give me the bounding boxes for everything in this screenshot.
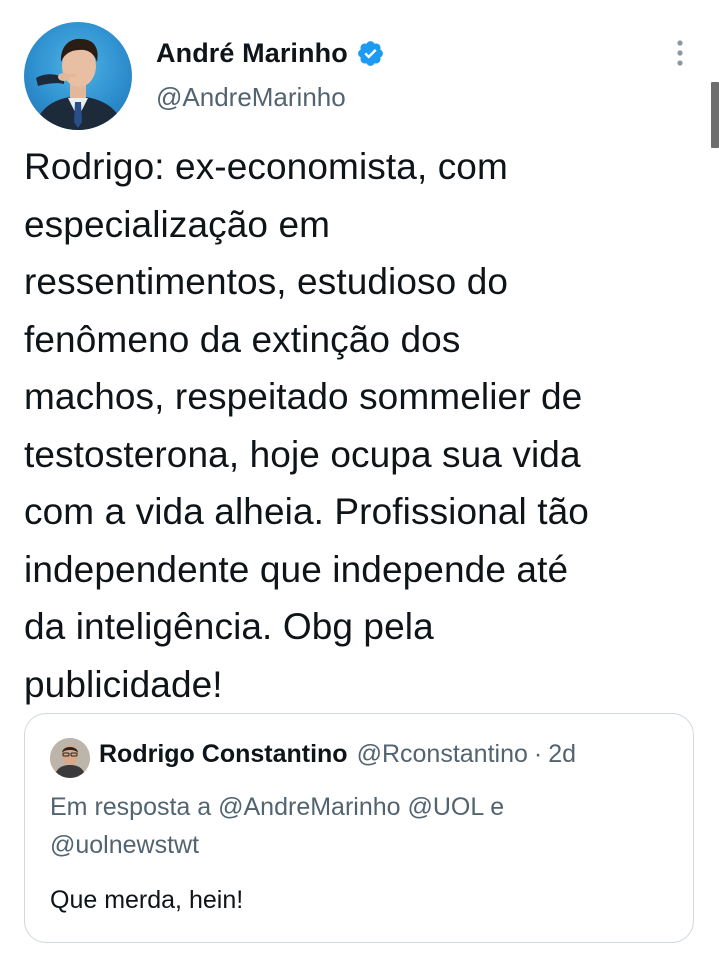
scrollbar[interactable] <box>711 82 719 148</box>
quoted-tweet-timestamp[interactable]: 2d <box>548 740 576 769</box>
more-vertical-icon[interactable] <box>668 38 692 68</box>
tweet-text: Rodrigo: ex-economista, com especializaç… <box>24 146 589 705</box>
author-avatar[interactable] <box>24 22 132 130</box>
reply-context: Em resposta a @AndreMarinho @UOL e @uoln… <box>50 793 505 859</box>
avatar-image <box>34 38 124 130</box>
quoted-tweet-text: Que merda, hein! <box>50 886 244 914</box>
author-display-name[interactable]: André Marinho <box>156 38 348 69</box>
quoted-author-handle[interactable]: @Rconstantino <box>357 740 528 769</box>
quoted-author-avatar[interactable] <box>50 738 90 778</box>
quoted-tweet-card[interactable]: Rodrigo Constantino @Rconstantino · 2d E… <box>24 713 694 943</box>
author-handle[interactable]: @AndreMarinho <box>156 82 346 113</box>
quoted-tweet-header: Rodrigo Constantino @Rconstantino · 2d <box>99 740 576 774</box>
verified-badge-icon <box>356 39 385 68</box>
tweet: André Marinho @AndreMarinho Rodrigo: ex-… <box>0 0 719 961</box>
quoted-author-name[interactable]: Rodrigo Constantino <box>99 740 348 769</box>
separator-dot: · <box>533 740 543 768</box>
author-name-row: André Marinho <box>156 36 385 70</box>
